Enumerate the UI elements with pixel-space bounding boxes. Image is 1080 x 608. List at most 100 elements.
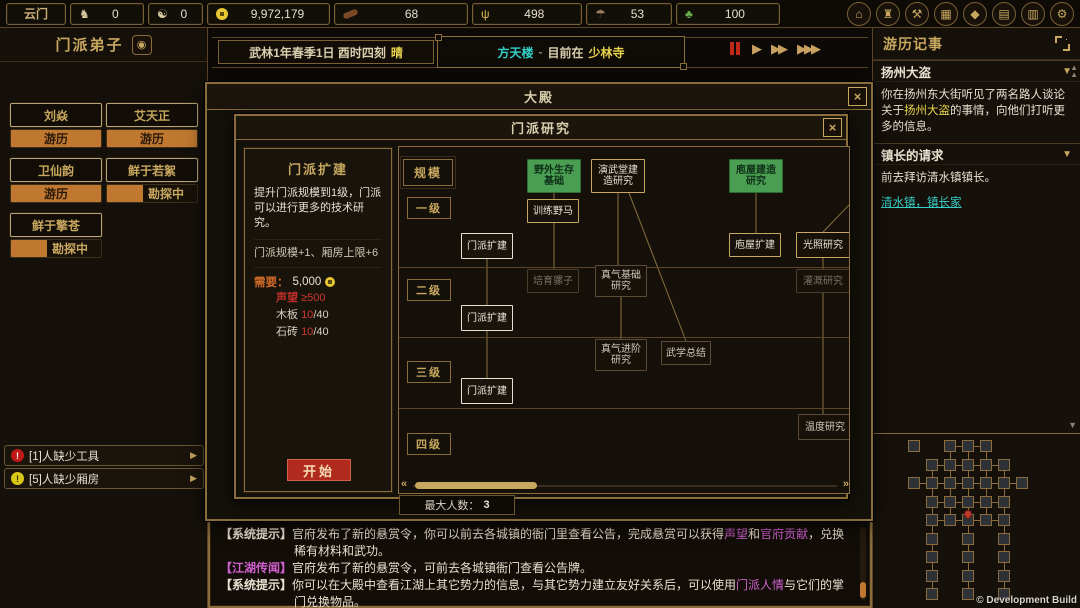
disciple-status[interactable]: 勘探中: [106, 184, 198, 203]
minimap-node[interactable]: [962, 477, 974, 489]
tree-node-kitchen-build[interactable]: 庖屋建造 研究: [729, 159, 783, 193]
journal-scroll-up-icon[interactable]: ▲▲: [1070, 64, 1078, 78]
tree-node-qi-basic[interactable]: 真气基础 研究: [595, 265, 647, 297]
tree-node-qi-advanced[interactable]: 真气进阶 研究: [595, 339, 647, 371]
play-button[interactable]: ▶: [752, 42, 759, 55]
minimap-node[interactable]: [944, 459, 956, 471]
minimap-node[interactable]: [980, 477, 992, 489]
construction-button[interactable]: ♜: [876, 2, 900, 26]
minimap-node[interactable]: [962, 496, 974, 508]
disciple-name[interactable]: 卫仙韵: [10, 158, 102, 182]
wood-resource[interactable]: 68: [334, 3, 468, 25]
coin-resource[interactable]: 9,972,179: [207, 3, 330, 25]
tree-node-breed-mule[interactable]: 培育骡子: [527, 269, 579, 293]
minimap-node[interactable]: [926, 551, 938, 563]
scroll-right-icon[interactable]: »: [843, 478, 849, 490]
storage-button[interactable]: ▦: [934, 2, 958, 26]
expand-icon[interactable]: [1055, 36, 1070, 51]
journal-location-link[interactable]: 清水镇，镇长家: [873, 194, 1080, 218]
minimap-node[interactable]: [962, 570, 974, 582]
minimap-node[interactable]: [962, 551, 974, 563]
minimap-node[interactable]: [962, 440, 974, 452]
start-research-button[interactable]: 开始: [287, 459, 351, 481]
tree-node-sect-expand-3[interactable]: 门派扩建: [461, 378, 513, 404]
journal-entry-title[interactable]: 扬州大盗▼: [873, 60, 1080, 82]
minimap-node[interactable]: [962, 459, 974, 471]
minimap-node[interactable]: [908, 477, 920, 489]
tree-node-training-hall-build[interactable]: 演武堂建 造研究: [591, 159, 645, 193]
disciple-name[interactable]: 鲜于擎苍: [10, 213, 102, 237]
minimap-node[interactable]: [998, 459, 1010, 471]
minimap-node[interactable]: [944, 440, 956, 452]
minimap-node[interactable]: [980, 514, 992, 526]
minimap-node[interactable]: [944, 514, 956, 526]
martial-manual-button[interactable]: ▤: [992, 2, 1016, 26]
tree-node-light-research[interactable]: 光照研究: [796, 232, 850, 258]
tree-node-irrigation[interactable]: 灌溉研究: [796, 269, 850, 293]
eye-toggle-button[interactable]: ◉: [132, 35, 152, 55]
minimap[interactable]: ▼: [873, 433, 1080, 608]
journal-entry-title[interactable]: 镇长的请求▼: [873, 143, 1080, 165]
crafting-button[interactable]: ⚒: [905, 2, 929, 26]
log-scrollbar[interactable]: [860, 527, 866, 600]
spirit-beast-resource[interactable]: ♞0: [70, 3, 144, 25]
minimap-node[interactable]: [980, 440, 992, 452]
minimap-node[interactable]: [998, 477, 1010, 489]
disciple-name[interactable]: 刘焱: [10, 103, 102, 127]
minimap-node[interactable]: [926, 496, 938, 508]
disciple-status[interactable]: 勘探中: [10, 239, 102, 258]
sect-name-button[interactable]: 云门: [6, 3, 66, 25]
tree-node-train-wild-horse[interactable]: 训练野马: [527, 199, 579, 223]
sect-hall-button[interactable]: ⌂: [847, 2, 871, 26]
disciple-status[interactable]: 游历: [106, 129, 198, 148]
tree-node-sect-expand-2[interactable]: 门派扩建: [461, 305, 513, 331]
chevron-down-icon[interactable]: ▼: [1062, 149, 1072, 160]
encyclopedia-button[interactable]: ▥: [1021, 2, 1045, 26]
trade-button[interactable]: ◆: [963, 2, 987, 26]
minimap-node[interactable]: [998, 551, 1010, 563]
minimap-node[interactable]: [944, 496, 956, 508]
tree-node-martial-summary[interactable]: 武学总结: [661, 341, 711, 365]
warning-row[interactable]: ![5]人缺少厢房▶: [4, 468, 204, 489]
minimap-node[interactable]: [962, 588, 974, 600]
minimap-node[interactable]: [926, 477, 938, 489]
minimap-node[interactable]: [926, 570, 938, 582]
wheat-resource[interactable]: ψ498: [472, 3, 582, 25]
warning-row[interactable]: ![1]人缺少工具▶: [4, 445, 204, 466]
yinyang-resource[interactable]: ☯0: [148, 3, 203, 25]
vegetable-resource[interactable]: ♣100: [676, 3, 780, 25]
warning-arrow-icon[interactable]: ▶: [190, 450, 197, 461]
minimap-node[interactable]: [998, 533, 1010, 545]
research-close-button[interactable]: ×: [823, 118, 842, 137]
tree-scroll-thumb[interactable]: [415, 482, 537, 489]
tree-node-sect-expand-1[interactable]: 门派扩建: [461, 233, 513, 259]
minimap-node[interactable]: [908, 440, 920, 452]
pause-button[interactable]: [730, 42, 740, 55]
minimap-node[interactable]: [980, 496, 992, 508]
fastest-forward-button[interactable]: ▶▶▶: [797, 42, 818, 55]
tree-node-kitchen-expand[interactable]: 庖屋扩建: [729, 233, 781, 257]
minimap-node[interactable]: [926, 459, 938, 471]
log-scroll-thumb[interactable]: [860, 582, 866, 598]
minimap-node[interactable]: [998, 570, 1010, 582]
mushroom-resource[interactable]: ☂53: [586, 3, 672, 25]
minimap-node[interactable]: [998, 496, 1010, 508]
warning-arrow-icon[interactable]: ▶: [190, 473, 197, 484]
fast-forward-button[interactable]: ▶▶: [771, 42, 785, 55]
minimap-node[interactable]: [998, 514, 1010, 526]
minimap-node[interactable]: [962, 533, 974, 545]
scroll-left-icon[interactable]: «: [401, 478, 407, 490]
tree-node-wilderness-survival[interactable]: 野外生存 基础: [527, 159, 581, 193]
disciple-status[interactable]: 游历: [10, 129, 102, 148]
disciple-status[interactable]: 游历: [10, 184, 102, 203]
event-ticker[interactable]: 方天楼 - 目前在 少林寺: [437, 36, 685, 68]
hall-close-button[interactable]: ×: [848, 87, 867, 106]
minimap-node[interactable]: [926, 588, 938, 600]
minimap-node[interactable]: [980, 459, 992, 471]
minimap-collapse-icon[interactable]: ▼: [1068, 420, 1077, 430]
tree-scrollbar[interactable]: « »: [399, 481, 850, 491]
settings-button[interactable]: ⚙: [1050, 2, 1074, 26]
minimap-node[interactable]: [944, 477, 956, 489]
disciple-name[interactable]: 艾天正: [106, 103, 198, 127]
minimap-node[interactable]: [926, 533, 938, 545]
